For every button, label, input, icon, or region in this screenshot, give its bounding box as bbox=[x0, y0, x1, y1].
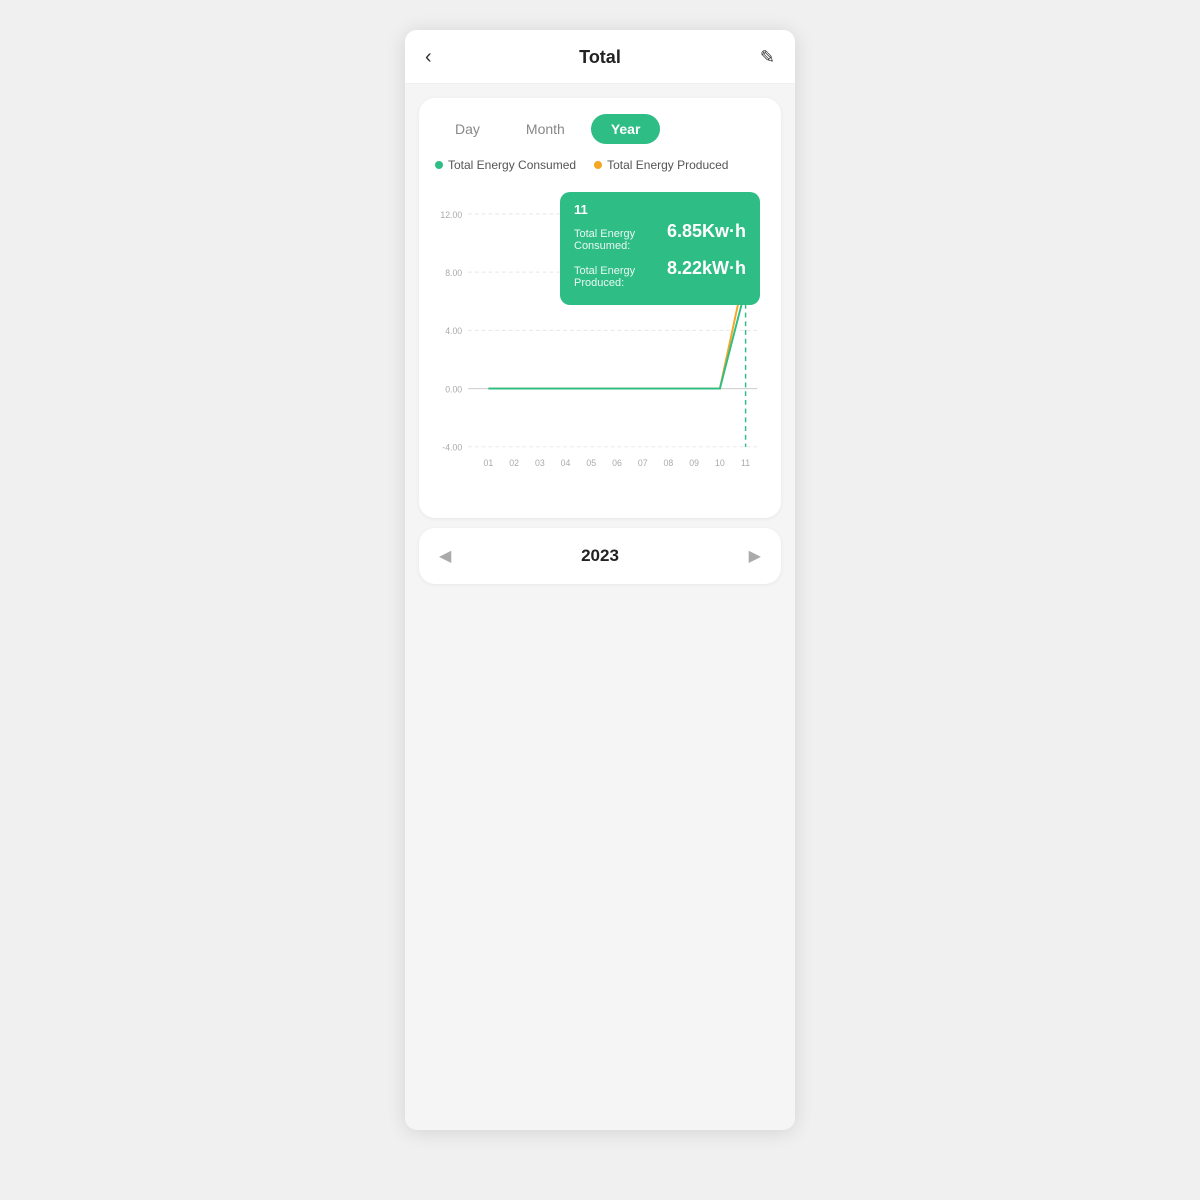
chart-area: 12.00 8.00 4.00 0.00 -4.00 01 02 03 bbox=[435, 182, 765, 502]
chart-card: Day Month Year Total Energy Consumed Tot… bbox=[419, 98, 781, 518]
tab-row: Day Month Year bbox=[435, 114, 765, 144]
x-label-03: 03 bbox=[535, 458, 545, 468]
x-label-11: 11 bbox=[741, 458, 750, 468]
x-label-10: 10 bbox=[715, 458, 725, 468]
legend-row: Total Energy Consumed Total Energy Produ… bbox=[435, 158, 765, 172]
tab-year[interactable]: Year bbox=[591, 114, 661, 144]
x-label-08: 08 bbox=[664, 458, 674, 468]
edit-button[interactable]: ✎ bbox=[743, 47, 775, 68]
y-label-8: 8.00 bbox=[445, 268, 462, 278]
header: ‹ Total ✎ bbox=[405, 30, 795, 84]
x-label-07: 07 bbox=[638, 458, 648, 468]
legend-consumed: Total Energy Consumed bbox=[435, 158, 576, 172]
tab-day[interactable]: Day bbox=[435, 114, 500, 144]
produced-line bbox=[488, 269, 745, 389]
y-label-0: 0.00 bbox=[445, 384, 462, 394]
year-nav-card: ◀ 2023 ▶ bbox=[419, 528, 781, 584]
y-label-neg4: -4.00 bbox=[442, 443, 462, 453]
consumed-line bbox=[488, 289, 745, 389]
x-label-09: 09 bbox=[689, 458, 699, 468]
back-button[interactable]: ‹ bbox=[425, 46, 457, 69]
page-title: Total bbox=[579, 47, 621, 68]
legend-produced-label: Total Energy Produced bbox=[607, 158, 728, 172]
legend-consumed-label: Total Energy Consumed bbox=[448, 158, 576, 172]
legend-consumed-dot bbox=[435, 161, 443, 169]
x-label-06: 06 bbox=[612, 458, 622, 468]
y-label-4: 4.00 bbox=[445, 326, 462, 336]
x-label-01: 01 bbox=[484, 458, 494, 468]
current-year: 2023 bbox=[581, 546, 619, 566]
x-label-02: 02 bbox=[509, 458, 519, 468]
legend-produced: Total Energy Produced bbox=[594, 158, 728, 172]
tab-month[interactable]: Month bbox=[506, 114, 585, 144]
legend-produced-dot bbox=[594, 161, 602, 169]
phone-frame: ‹ Total ✎ Day Month Year Total Energy Co… bbox=[405, 30, 795, 1130]
prev-year-button[interactable]: ◀ bbox=[439, 546, 451, 566]
x-label-05: 05 bbox=[586, 458, 596, 468]
chart-svg: 12.00 8.00 4.00 0.00 -4.00 01 02 03 bbox=[435, 182, 765, 502]
produced-dot bbox=[739, 262, 753, 276]
y-label-12: 12.00 bbox=[440, 210, 462, 220]
consumed-dot bbox=[739, 282, 753, 296]
next-year-button[interactable]: ▶ bbox=[749, 546, 761, 566]
x-label-04: 04 bbox=[561, 458, 571, 468]
